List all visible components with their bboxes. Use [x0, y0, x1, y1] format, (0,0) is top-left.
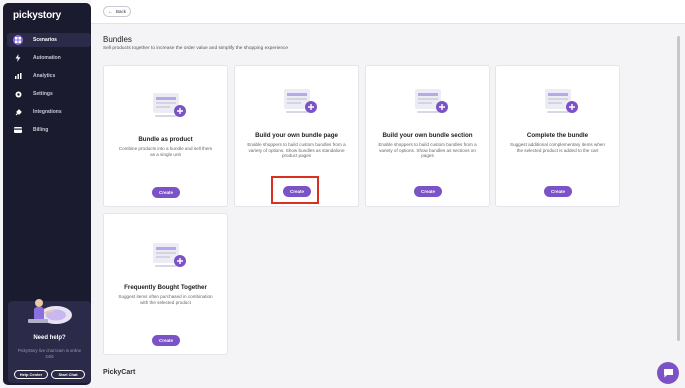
- bundle-illustration-icon: [153, 243, 186, 267]
- back-label: Back: [115, 9, 126, 14]
- card-title: Bundle as product: [138, 136, 193, 143]
- help-title: Need help?: [33, 335, 66, 341]
- plug-icon: [13, 107, 23, 117]
- sidebar-item-analytics[interactable]: Analytics: [7, 69, 91, 83]
- card-title: Build your own bundle page: [255, 132, 338, 139]
- sidebar-item-integrations[interactable]: Integrations: [7, 105, 91, 119]
- card-description: Suggest additional complementary items w…: [510, 142, 605, 153]
- sidebar-item-scenarios[interactable]: Scenarios: [7, 33, 91, 47]
- support-illustration-icon: [28, 299, 72, 324]
- bundle-card: Frequently Bought Together Suggest items…: [103, 213, 228, 355]
- scrollbar[interactable]: [677, 36, 680, 341]
- grid-icon: [13, 35, 23, 45]
- card-description: Enable shoppers to build custom bundles …: [378, 142, 477, 159]
- help-card: Need help? PickyStory live chat team is …: [8, 299, 91, 383]
- create-button[interactable]: Create: [152, 335, 180, 346]
- page-description: Sell products together to increase the o…: [103, 46, 289, 51]
- gear-icon: [13, 89, 23, 99]
- card-title: Frequently Bought Together: [124, 284, 207, 291]
- logo: pickystory: [13, 10, 62, 21]
- highlight-box: [271, 176, 319, 204]
- bundle-card: Bundle as product Combine products into …: [103, 65, 228, 207]
- sidebar: pickystory Scenarios Automation Analytic…: [3, 3, 91, 385]
- card-description: Enable shoppers to build custom bundles …: [247, 142, 346, 159]
- card-description: Suggest items often purchased in combina…: [118, 294, 213, 305]
- top-bar: [91, 0, 685, 24]
- card-title: Complete the bundle: [526, 132, 589, 139]
- bar-chart-icon: [13, 71, 23, 81]
- lightning-icon: [13, 53, 23, 63]
- arrow-left-icon: ←: [107, 8, 113, 15]
- back-button[interactable]: ← Back: [103, 6, 131, 17]
- sidebar-item-automation[interactable]: Automation: [7, 51, 91, 65]
- sidebar-item-label: Settings: [33, 91, 53, 97]
- sidebar-item-label: Billing: [33, 127, 49, 133]
- credit-card-icon: [13, 125, 23, 135]
- chat-button[interactable]: [657, 362, 679, 384]
- card-title: Build your own bundle section: [382, 132, 473, 139]
- create-button[interactable]: Create: [152, 187, 180, 198]
- bundle-illustration-icon: [153, 93, 186, 117]
- bundle-card: Build your own bundle section Enable sho…: [365, 65, 490, 207]
- sidebar-item-label: Scenarios: [33, 37, 57, 43]
- bundle-illustration-icon: [415, 89, 448, 113]
- sidebar-item-label: Automation: [33, 55, 61, 61]
- bundle-card: Complete the bundle Suggest additional c…: [495, 65, 620, 207]
- page-title: Bundles: [103, 35, 132, 44]
- start-chat-button[interactable]: Start Chat: [51, 370, 85, 379]
- section-heading: PickyCart: [103, 369, 136, 376]
- sidebar-item-label: Analytics: [33, 73, 56, 79]
- sidebar-item-label: Integrations: [33, 109, 62, 115]
- bundle-illustration-icon: [284, 89, 317, 113]
- help-description: PickyStory live chat team is online 24/6: [17, 348, 82, 359]
- card-description: Combine products into a bundle and sell …: [118, 146, 213, 157]
- bundle-illustration-icon: [545, 89, 578, 113]
- sidebar-item-billing[interactable]: Billing: [7, 123, 91, 137]
- chat-bubble-icon: [663, 369, 673, 378]
- create-button[interactable]: Create: [544, 186, 572, 197]
- create-button[interactable]: Create: [414, 186, 442, 197]
- sidebar-item-settings[interactable]: Settings: [7, 87, 91, 101]
- help-center-button[interactable]: Help Center: [14, 370, 48, 379]
